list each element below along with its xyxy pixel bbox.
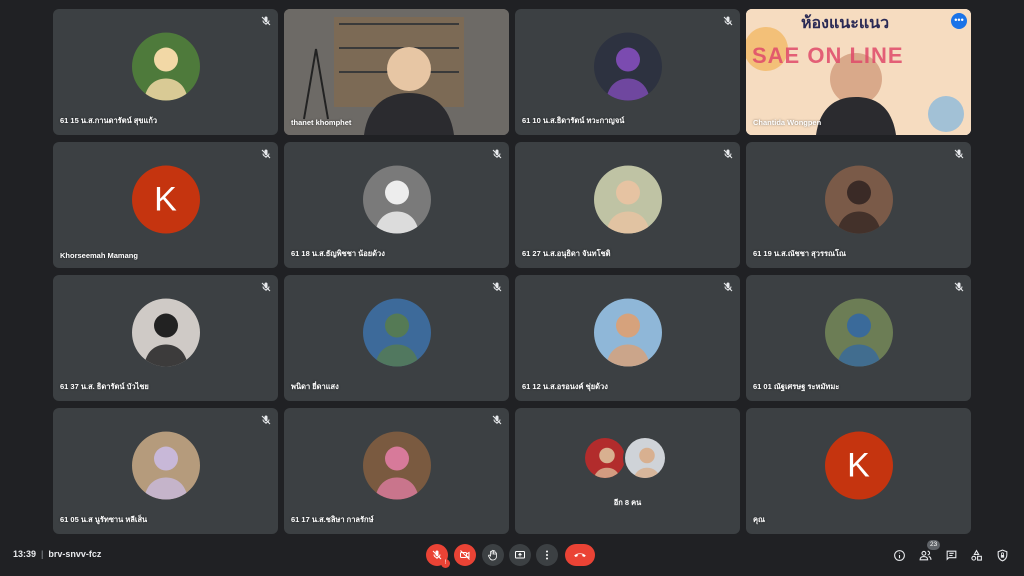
- participant-name: 61 01 ณัฐเศรษฐ ระหมัทมะ: [753, 382, 840, 391]
- mic-muted-icon: [260, 414, 272, 426]
- participant-name: 61 17 น.ส.ชลิษา กาลรักษ์: [291, 515, 374, 524]
- avatar: K: [824, 431, 893, 500]
- more-options-button[interactable]: [536, 544, 558, 566]
- tile-options-button[interactable]: •••: [951, 13, 967, 29]
- chat-button[interactable]: [943, 547, 959, 563]
- participant-name: 61 15 น.ส.กานดารัตน์ สุขแก้ว: [60, 116, 158, 125]
- participant-name: thanet khomphet: [291, 118, 352, 127]
- participant-name: คุณ: [753, 515, 765, 524]
- video-feed: [284, 9, 509, 135]
- mic-muted-icon: [491, 414, 503, 426]
- participant-tile[interactable]: 61 15 น.ส.กานดารัตน์ สุขแก้ว: [53, 9, 278, 135]
- participant-tile[interactable]: 61 27 น.ส.อนุธิดา จันทโชติ: [515, 142, 740, 268]
- present-icon: [515, 551, 525, 559]
- mic-muted-icon: [260, 15, 272, 27]
- participant-tile[interactable]: 61 05 น.ส นูรัทซาน หลีเส็น: [53, 408, 278, 534]
- mic-off-icon: [432, 550, 442, 560]
- mic-muted-icon: [722, 15, 734, 27]
- mic-muted-icon: [491, 148, 503, 160]
- participant-tile[interactable]: 61 12 น.ส.อรอนงค์ ชุ่ยด้วง: [515, 275, 740, 401]
- meeting-info: 13:39 | brv-snvv-fcz: [13, 549, 101, 559]
- chat-icon: [946, 550, 956, 561]
- participant-name: พนิดา ยี่ดาแสง: [291, 382, 339, 391]
- mic-toggle-button[interactable]: !: [426, 544, 450, 568]
- camera-toggle-button[interactable]: [454, 544, 476, 566]
- participant-tile[interactable]: K Khorseemah Mamang: [53, 142, 278, 268]
- avatar: [593, 165, 662, 234]
- participant-tile[interactable]: 61 18 น.ส.ธัญพิชชา น้อยด้วง: [284, 142, 509, 268]
- participant-tile[interactable]: ห้องแนะแนว SAE ON LINE ••• Chantida Wongpen: [746, 9, 971, 135]
- avatar: [362, 165, 431, 234]
- avatar: K: [131, 165, 200, 234]
- background-banner-title: ห้องแนะแนว: [801, 15, 890, 32]
- mic-muted-icon: [722, 148, 734, 160]
- avatar: [824, 165, 893, 234]
- separator: |: [41, 549, 44, 559]
- participant-grid: 61 15 น.ส.กานดารัตน์ สุขแก้ว thanet khomp…: [53, 9, 971, 534]
- avatar: [131, 298, 200, 367]
- leave-call-button[interactable]: [565, 544, 595, 566]
- info-icon: [893, 549, 905, 561]
- participant-name: 61 37 น.ส. ธิดารัตน์ บัวไชย: [60, 382, 149, 391]
- avatar: [593, 32, 662, 101]
- participant-name: Chantida Wongpen: [753, 118, 822, 127]
- mic-muted-icon: [260, 148, 272, 160]
- participant-tile[interactable]: 61 37 น.ส. ธิดารัตน์ บัวไชย: [53, 275, 278, 401]
- avatar: [131, 32, 200, 101]
- participant-name: 61 18 น.ส.ธัญพิชชา น้อยด้วง: [291, 249, 385, 258]
- clock: 13:39: [13, 549, 37, 559]
- present-screen-button[interactable]: [509, 544, 531, 566]
- camera-off-icon: [460, 550, 470, 560]
- avatar: [362, 431, 431, 500]
- mic-muted-icon: [491, 281, 503, 293]
- avatar: [824, 298, 893, 367]
- participant-tile[interactable]: 61 19 น.ส.ณัชชา สุวรรณโณ: [746, 142, 971, 268]
- participant-tile[interactable]: thanet khomphet: [284, 9, 509, 135]
- participant-tile[interactable]: อีก 8 คน: [515, 408, 740, 534]
- background-banner-subtitle: SAE ON LINE: [752, 43, 904, 68]
- other-participants-avatars: [582, 436, 673, 482]
- mic-muted-icon: [722, 281, 734, 293]
- mic-muted-icon: [953, 148, 965, 160]
- people-icon: [919, 550, 931, 560]
- hand-icon: [488, 549, 497, 561]
- participant-name: 61 10 น.ส.ธิดารัตน์ ทวะกาญจน์: [522, 116, 625, 125]
- participant-tile[interactable]: 61 10 น.ส.ธิดารัตน์ ทวะกาญจน์: [515, 9, 740, 135]
- others-count-label: อีก 8 คน: [613, 498, 642, 507]
- mic-warning-badge: !: [441, 559, 450, 568]
- avatar: [593, 298, 662, 367]
- meeting-code: brv-snvv-fcz: [48, 549, 102, 559]
- participant-tile[interactable]: 61 17 น.ส.ชลิษา กาลรักษ์: [284, 408, 509, 534]
- activities-button[interactable]: [968, 547, 984, 563]
- participant-name: 61 05 น.ส นูรัทซาน หลีเส็น: [60, 515, 148, 524]
- hang-up-icon: [574, 553, 586, 558]
- avatar: [362, 298, 431, 367]
- shapes-icon: [970, 549, 982, 561]
- participant-name: 61 27 น.ส.อนุธิดา จันทโชติ: [522, 249, 611, 258]
- participant-name: 61 12 น.ส.อรอนงค์ ชุ่ยด้วง: [522, 382, 608, 391]
- mic-muted-icon: [260, 281, 272, 293]
- shield-lock-icon: [997, 549, 1007, 562]
- participant-tile[interactable]: 61 01 ณัฐเศรษฐ ระหมัทมะ: [746, 275, 971, 401]
- more-vert-icon: [546, 550, 548, 560]
- participant-tile[interactable]: K คุณ: [746, 408, 971, 534]
- avatar: [622, 436, 667, 480]
- raise-hand-button[interactable]: [482, 544, 504, 566]
- avatar: [131, 431, 200, 500]
- bottom-toolbar: 13:39 | brv-snvv-fcz ! 23: [0, 538, 1024, 576]
- participant-tile[interactable]: พนิดา ยี่ดาแสง: [284, 275, 509, 401]
- host-controls-button[interactable]: [994, 547, 1010, 563]
- participant-name: Khorseemah Mamang: [60, 251, 138, 260]
- participant-name: 61 19 น.ส.ณัชชา สุวรรณโณ: [753, 249, 846, 258]
- avatar: [582, 436, 627, 480]
- people-button[interactable]: 23: [917, 540, 941, 563]
- participants-count-badge: 23: [927, 540, 941, 550]
- meeting-details-button[interactable]: [891, 547, 907, 563]
- mic-muted-icon: [953, 281, 965, 293]
